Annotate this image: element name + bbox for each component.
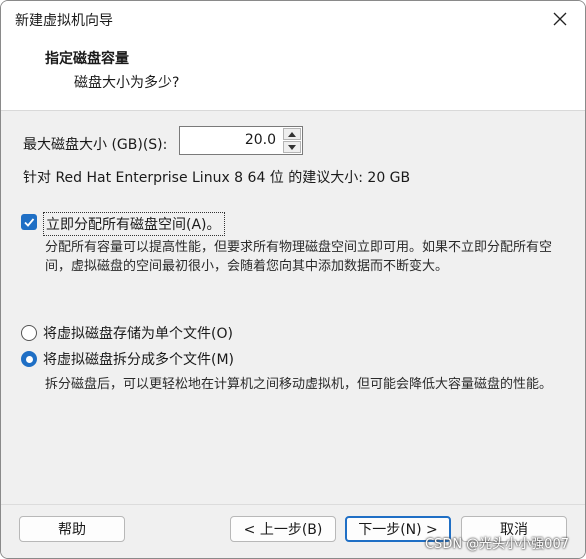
window-title: 新建虚拟机向导 [15,13,113,29]
back-button[interactable]: < 上一步(B) [230,516,336,542]
single-file-label[interactable]: 将虚拟磁盘存储为单个文件(O) [43,323,233,343]
disk-size-input[interactable]: 20.0 [245,132,276,148]
allocate-now-checkbox[interactable] [21,214,37,230]
wizard-header: 指定磁盘容量 磁盘大小为多少? [1,37,585,111]
radio-selected-dot [25,355,33,363]
title-bar: 新建虚拟机向导 [1,1,585,37]
checkmark-icon [24,218,35,227]
disk-size-label: 最大磁盘大小 (GB)(S): [23,137,168,153]
close-icon [553,12,567,26]
allocate-now-label[interactable]: 立即分配所有磁盘空间(A)。 [43,212,225,236]
multi-file-radio[interactable] [21,351,37,367]
close-button[interactable] [549,8,571,30]
recommended-size-text: 针对 Red Hat Enterprise Linux 8 64 位 的建议大小… [23,170,411,186]
stepper-up-button[interactable] [283,128,301,140]
chevron-down-icon [288,144,296,150]
page-title: 指定磁盘容量 [45,51,129,67]
page-subtitle: 磁盘大小为多少? [74,75,180,91]
help-button[interactable]: 帮助 [19,516,125,542]
multi-file-label[interactable]: 将虚拟磁盘拆分成多个文件(M) [43,349,234,369]
wizard-body: 最大磁盘大小 (GB)(S): 20.0 针对 Red Hat Enterpri… [1,112,585,504]
stepper-buttons [283,128,301,153]
stepper-down-button[interactable] [283,141,301,153]
allocate-now-description: 分配所有容量可以提高性能，但要求所有物理磁盘空间立即可用。如果不立即分配所有空间… [45,240,553,274]
single-file-radio[interactable] [21,325,37,341]
multi-file-description: 拆分磁盘后，可以更轻松地在计算机之间移动虚拟机，但可能会降低大容量磁盘的性能。 [45,377,553,392]
chevron-up-icon [288,131,296,137]
disk-size-stepper[interactable]: 20.0 [179,126,303,155]
wizard-window: 新建虚拟机向导 指定磁盘容量 磁盘大小为多少? 最大磁盘大小 (GB)(S): … [0,0,586,559]
watermark: CSDN @光头小小强007 [424,537,569,552]
